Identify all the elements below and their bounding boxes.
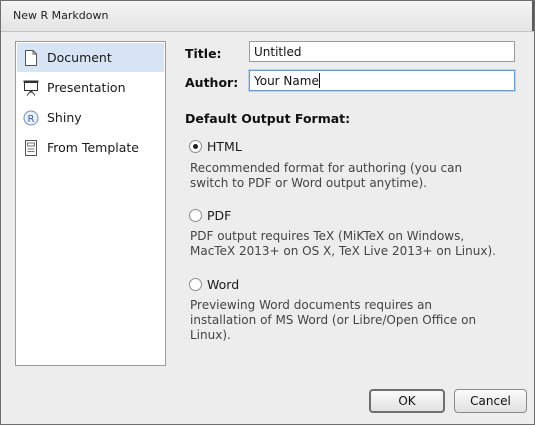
document-icon	[23, 49, 39, 66]
radio-word[interactable]	[189, 278, 202, 291]
sidebar-item-label: Shiny	[47, 110, 82, 125]
option-desc-pdf: PDF output requires TeX (MiKTeX on Windo…	[190, 229, 520, 259]
radio-pdf[interactable]	[189, 209, 202, 222]
window-title: New R Markdown	[13, 9, 109, 22]
radio-html[interactable]	[189, 140, 202, 153]
svg-text:R: R	[28, 114, 35, 125]
desc-line: Linux).	[190, 328, 231, 342]
author-label: Author:	[185, 75, 239, 90]
template-icon	[23, 139, 39, 156]
output-format-heading: Default Output Format:	[185, 111, 351, 126]
sidebar-item-document[interactable]: Document	[17, 43, 164, 72]
title-input[interactable]	[249, 41, 515, 62]
sidebar-item-label: Presentation	[47, 80, 126, 95]
ok-button[interactable]: OK	[369, 389, 445, 413]
option-label-html[interactable]: HTML	[207, 139, 242, 154]
title-bar[interactable]: New R Markdown	[1, 1, 534, 32]
sidebar-item-presentation[interactable]: Presentation	[17, 73, 164, 102]
desc-line: Previewing Word documents requires an	[190, 298, 433, 312]
cancel-button[interactable]: Cancel	[454, 389, 527, 413]
sidebar: Document Presentation R Shiny From Templ…	[15, 41, 166, 366]
sidebar-item-from-template[interactable]: From Template	[17, 133, 164, 162]
option-label-pdf[interactable]: PDF	[207, 208, 231, 223]
new-r-markdown-dialog: New R Markdown Document Presentation R S…	[0, 0, 535, 425]
desc-line: Recommended format for authoring (you ca…	[190, 161, 463, 175]
option-label-word[interactable]: Word	[207, 277, 239, 292]
title-label: Title:	[185, 46, 222, 61]
author-input[interactable]	[249, 70, 515, 91]
desc-line: switch to PDF or Word output anytime).	[190, 176, 427, 190]
title-bar-edge	[532, 1, 534, 31]
desc-line: PDF output requires TeX (MiKTeX on Windo…	[190, 229, 465, 243]
presentation-icon	[23, 80, 39, 96]
desc-line: MacTeX 2013+ on OS X, TeX Live 2013+ on …	[190, 244, 496, 258]
sidebar-item-label: From Template	[47, 140, 139, 155]
option-desc-html: Recommended format for authoring (you ca…	[190, 161, 520, 191]
sidebar-item-label: Document	[47, 50, 112, 65]
shiny-icon: R	[23, 110, 39, 126]
option-desc-word: Previewing Word documents requires an in…	[190, 298, 520, 343]
radio-selected-dot	[193, 144, 198, 149]
sidebar-item-shiny[interactable]: R Shiny	[17, 103, 164, 132]
desc-line: installation of MS Word (or Libre/Open O…	[190, 313, 477, 327]
text-cursor	[319, 73, 320, 88]
